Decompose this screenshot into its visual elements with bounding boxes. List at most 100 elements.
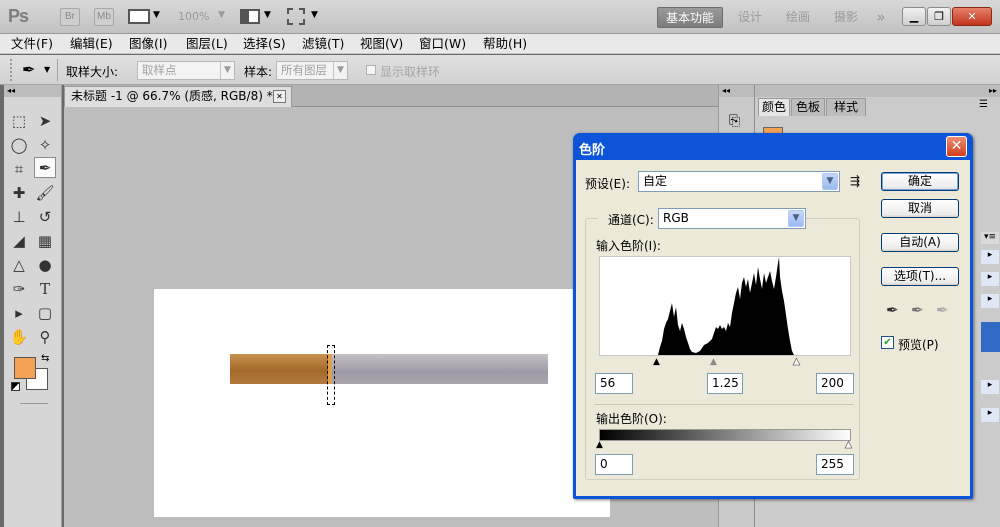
bridge-button[interactable]: Br <box>60 8 80 26</box>
output-black-field[interactable]: 0 <box>595 454 633 475</box>
chevron-down-icon[interactable]: ▼ <box>153 10 160 20</box>
sample-select[interactable]: 所有图层 ▼ <box>276 61 348 80</box>
histogram <box>599 256 851 356</box>
input-black-slider[interactable]: ▲ <box>653 357 660 367</box>
preset-options-icon[interactable]: ⇶ <box>850 174 860 188</box>
show-sampling-ring-checkbox[interactable] <box>366 65 376 75</box>
restore-icon[interactable]: ❐ <box>927 7 951 26</box>
black-eyedropper-icon[interactable]: ✒ <box>886 301 899 319</box>
menu-edit[interactable]: 编辑(E) <box>70 35 113 53</box>
cancel-button[interactable]: 取消 <box>881 199 959 218</box>
menu-filter[interactable]: 滤镜(T) <box>302 35 344 53</box>
default-colors-icon[interactable] <box>11 382 20 391</box>
output-white-field[interactable]: 255 <box>816 454 854 475</box>
panel-expand-icon[interactable]: ▸▸ <box>755 85 1000 97</box>
quick-select-tool-icon[interactable]: ✧ <box>34 135 56 156</box>
menu-bar: 文件(F) 编辑(E) 图像(I) 图层(L) 选择(S) 滤镜(T) 视图(V… <box>0 34 1000 54</box>
menu-view[interactable]: 视图(V) <box>360 35 403 53</box>
sample-size-label: 取样大小: <box>66 65 119 79</box>
eyedropper-icon[interactable]: ✒ <box>22 60 35 79</box>
menu-window[interactable]: 窗口(W) <box>419 35 466 53</box>
clone-stamp-tool-icon[interactable]: ⊥ <box>8 207 30 228</box>
selection-marquee[interactable] <box>327 345 335 405</box>
document-canvas[interactable] <box>154 289 610 517</box>
white-eyedropper-icon[interactable]: ✒ <box>936 301 949 319</box>
close-icon[interactable]: ✕ <box>952 7 992 26</box>
move-tool-icon[interactable]: ➤ <box>34 111 56 132</box>
view-extras-icon[interactable] <box>128 9 150 24</box>
chevron-down-icon[interactable]: ▼ <box>218 10 225 20</box>
chevron-right-icon[interactable]: ▸ <box>981 250 999 264</box>
toolbox-collapse-icon[interactable]: ◂◂ <box>4 85 61 97</box>
screen-mode-icon[interactable] <box>287 8 305 25</box>
more-workspaces-icon[interactable]: » <box>871 7 891 28</box>
gradient-tool-icon[interactable]: ▦ <box>34 231 56 252</box>
path-select-tool-icon[interactable]: ▸ <box>8 303 30 324</box>
chevron-right-icon[interactable]: ▸ <box>981 272 999 286</box>
input-black-field[interactable]: 56 <box>595 373 633 394</box>
input-gamma-field[interactable]: 1.25 <box>707 373 743 394</box>
options-button[interactable]: 选项(T)... <box>881 267 959 286</box>
zoom-tool-icon[interactable]: ⚲ <box>34 327 56 348</box>
input-white-slider[interactable]: ▲ <box>793 357 801 368</box>
eraser-tool-icon[interactable]: ◢ <box>8 231 30 252</box>
preset-select[interactable]: 自定 ▼ <box>638 171 840 192</box>
panel-menu-icon[interactable]: ☰ <box>979 99 988 110</box>
history-brush-tool-icon[interactable]: ↺ <box>34 207 56 228</box>
channel-select[interactable]: RGB ▼ <box>658 208 806 229</box>
panel-collapse-icon[interactable]: ◂◂ <box>719 85 754 97</box>
workspace-painting[interactable]: 绘画 <box>781 7 815 28</box>
output-white-slider[interactable]: ▲ <box>845 440 853 451</box>
hand-tool-icon[interactable]: ✋ <box>8 327 30 348</box>
menu-image[interactable]: 图像(I) <box>129 35 167 53</box>
healing-brush-tool-icon[interactable]: ✚ <box>8 183 30 204</box>
chevron-right-icon[interactable]: ▸ <box>981 294 999 308</box>
sample-size-select[interactable]: 取样点 ▼ <box>137 61 235 80</box>
history-panel-icon[interactable]: ⎘ <box>729 113 740 129</box>
menu-help[interactable]: 帮助(H) <box>483 35 527 53</box>
close-tab-icon[interactable]: ✕ <box>273 90 286 103</box>
input-gamma-slider[interactable]: ▲ <box>710 357 717 367</box>
tab-styles[interactable]: 样式 <box>826 98 866 116</box>
blur-tool-icon[interactable]: △ <box>8 255 30 276</box>
chevron-right-icon[interactable]: ▸ <box>981 380 999 394</box>
foreground-color-swatch[interactable] <box>14 357 36 379</box>
output-black-slider[interactable]: ▲ <box>596 440 603 450</box>
zoom-level[interactable]: 100% <box>178 10 209 23</box>
mini-bridge-button[interactable]: Mb <box>94 8 114 26</box>
document-tab[interactable]: 未标题 -1 @ 66.7% (质感, RGB/8) * ✕ <box>64 86 292 107</box>
ok-button[interactable]: 确定 <box>881 172 959 191</box>
workspace-design[interactable]: 设计 <box>733 7 767 28</box>
chevron-right-icon[interactable]: ▸ <box>981 408 999 422</box>
menu-file[interactable]: 文件(F) <box>11 35 53 53</box>
marquee-tool-icon[interactable]: ⬚ <box>8 111 30 132</box>
eyedropper-tool-icon[interactable]: ✒ <box>34 157 56 178</box>
input-white-field[interactable]: 200 <box>816 373 854 394</box>
tab-color[interactable]: 颜色 <box>758 98 790 116</box>
shape-tool-icon[interactable]: ▢ <box>34 303 56 324</box>
arrange-documents-icon[interactable] <box>240 9 260 24</box>
preview-checkbox[interactable]: ✔ <box>881 336 894 349</box>
gray-eyedropper-icon[interactable]: ✒ <box>911 301 924 319</box>
menu-layer[interactable]: 图层(L) <box>186 35 228 53</box>
dodge-tool-icon[interactable]: ● <box>34 255 56 276</box>
workspace-photography[interactable]: 摄影 <box>829 7 863 28</box>
type-tool-icon[interactable]: T <box>34 279 56 300</box>
auto-button[interactable]: 自动(A) <box>881 233 959 252</box>
chevron-down-icon[interactable]: ▼ <box>311 10 318 20</box>
chevron-down-icon[interactable]: ▼ <box>44 65 50 74</box>
brush-tool-icon[interactable]: 🖌 <box>34 183 56 204</box>
workspace-essentials[interactable]: 基本功能 <box>657 7 723 28</box>
minimize-icon[interactable]: ▁ <box>902 7 926 26</box>
lasso-tool-icon[interactable]: ◯ <box>8 135 30 156</box>
crop-tool-icon[interactable]: ⌗ <box>8 159 30 180</box>
close-icon[interactable]: ✕ <box>946 136 967 157</box>
menu-select[interactable]: 选择(S) <box>243 35 286 53</box>
options-grip[interactable] <box>10 59 12 81</box>
panel-menu-icon[interactable]: ▾≡ <box>981 232 999 244</box>
pen-tool-icon[interactable]: ✑ <box>8 279 30 300</box>
swap-colors-icon[interactable]: ⇆ <box>41 353 49 364</box>
chevron-down-icon[interactable]: ▼ <box>264 10 271 20</box>
selected-layer-strip[interactable] <box>981 322 1000 352</box>
tab-swatches[interactable]: 色板 <box>791 98 825 116</box>
